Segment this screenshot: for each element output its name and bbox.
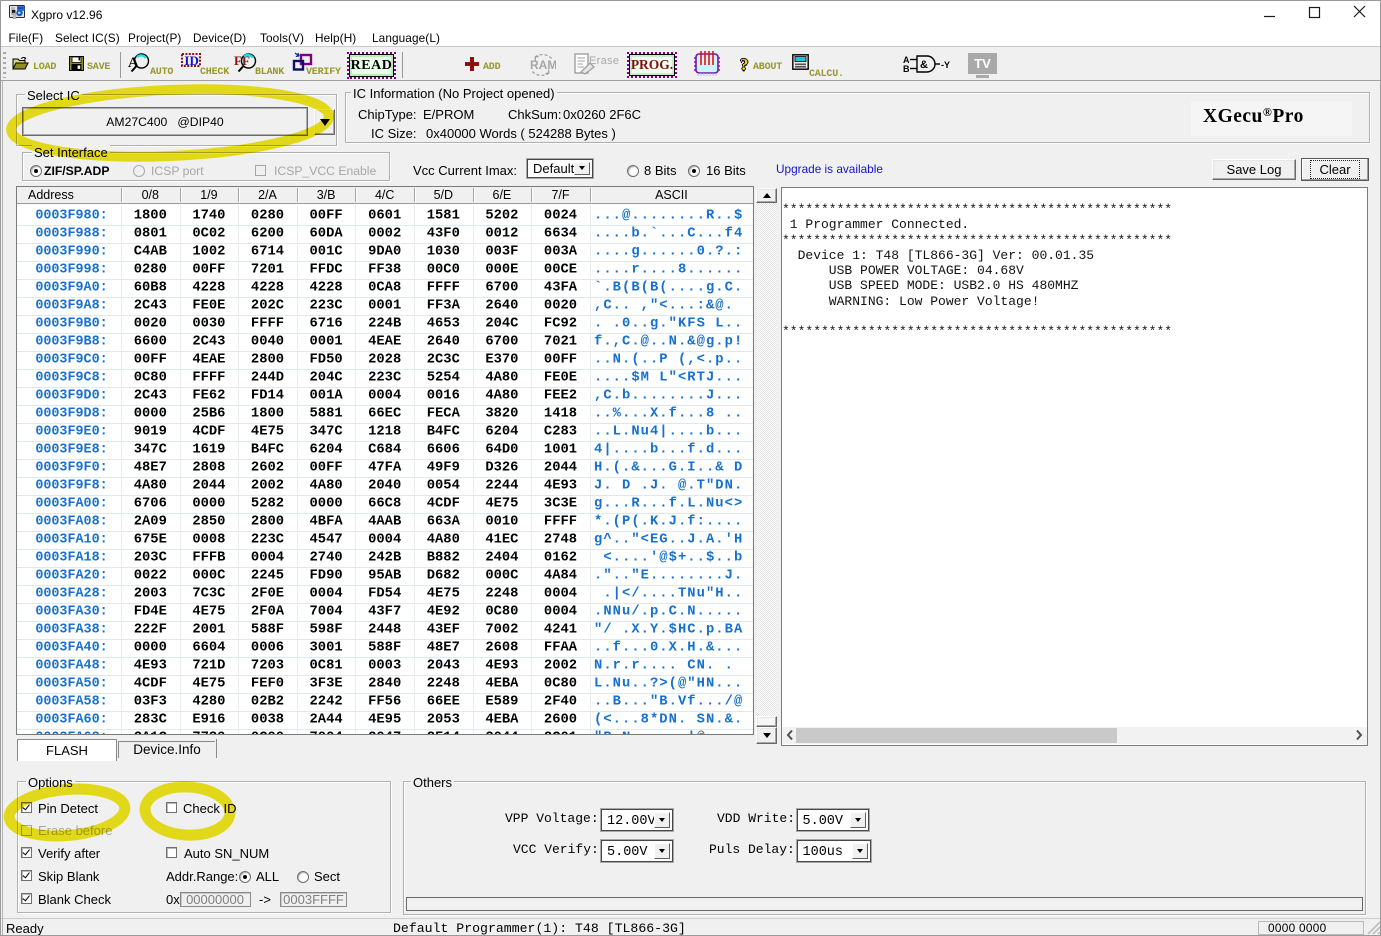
svg-text:RAM: RAM [530,58,556,72]
svg-text:B: B [903,64,910,73]
svg-text:&: & [920,59,928,71]
svg-text:-Y: -Y [941,60,950,70]
svg-text:ID: ID [184,53,198,67]
